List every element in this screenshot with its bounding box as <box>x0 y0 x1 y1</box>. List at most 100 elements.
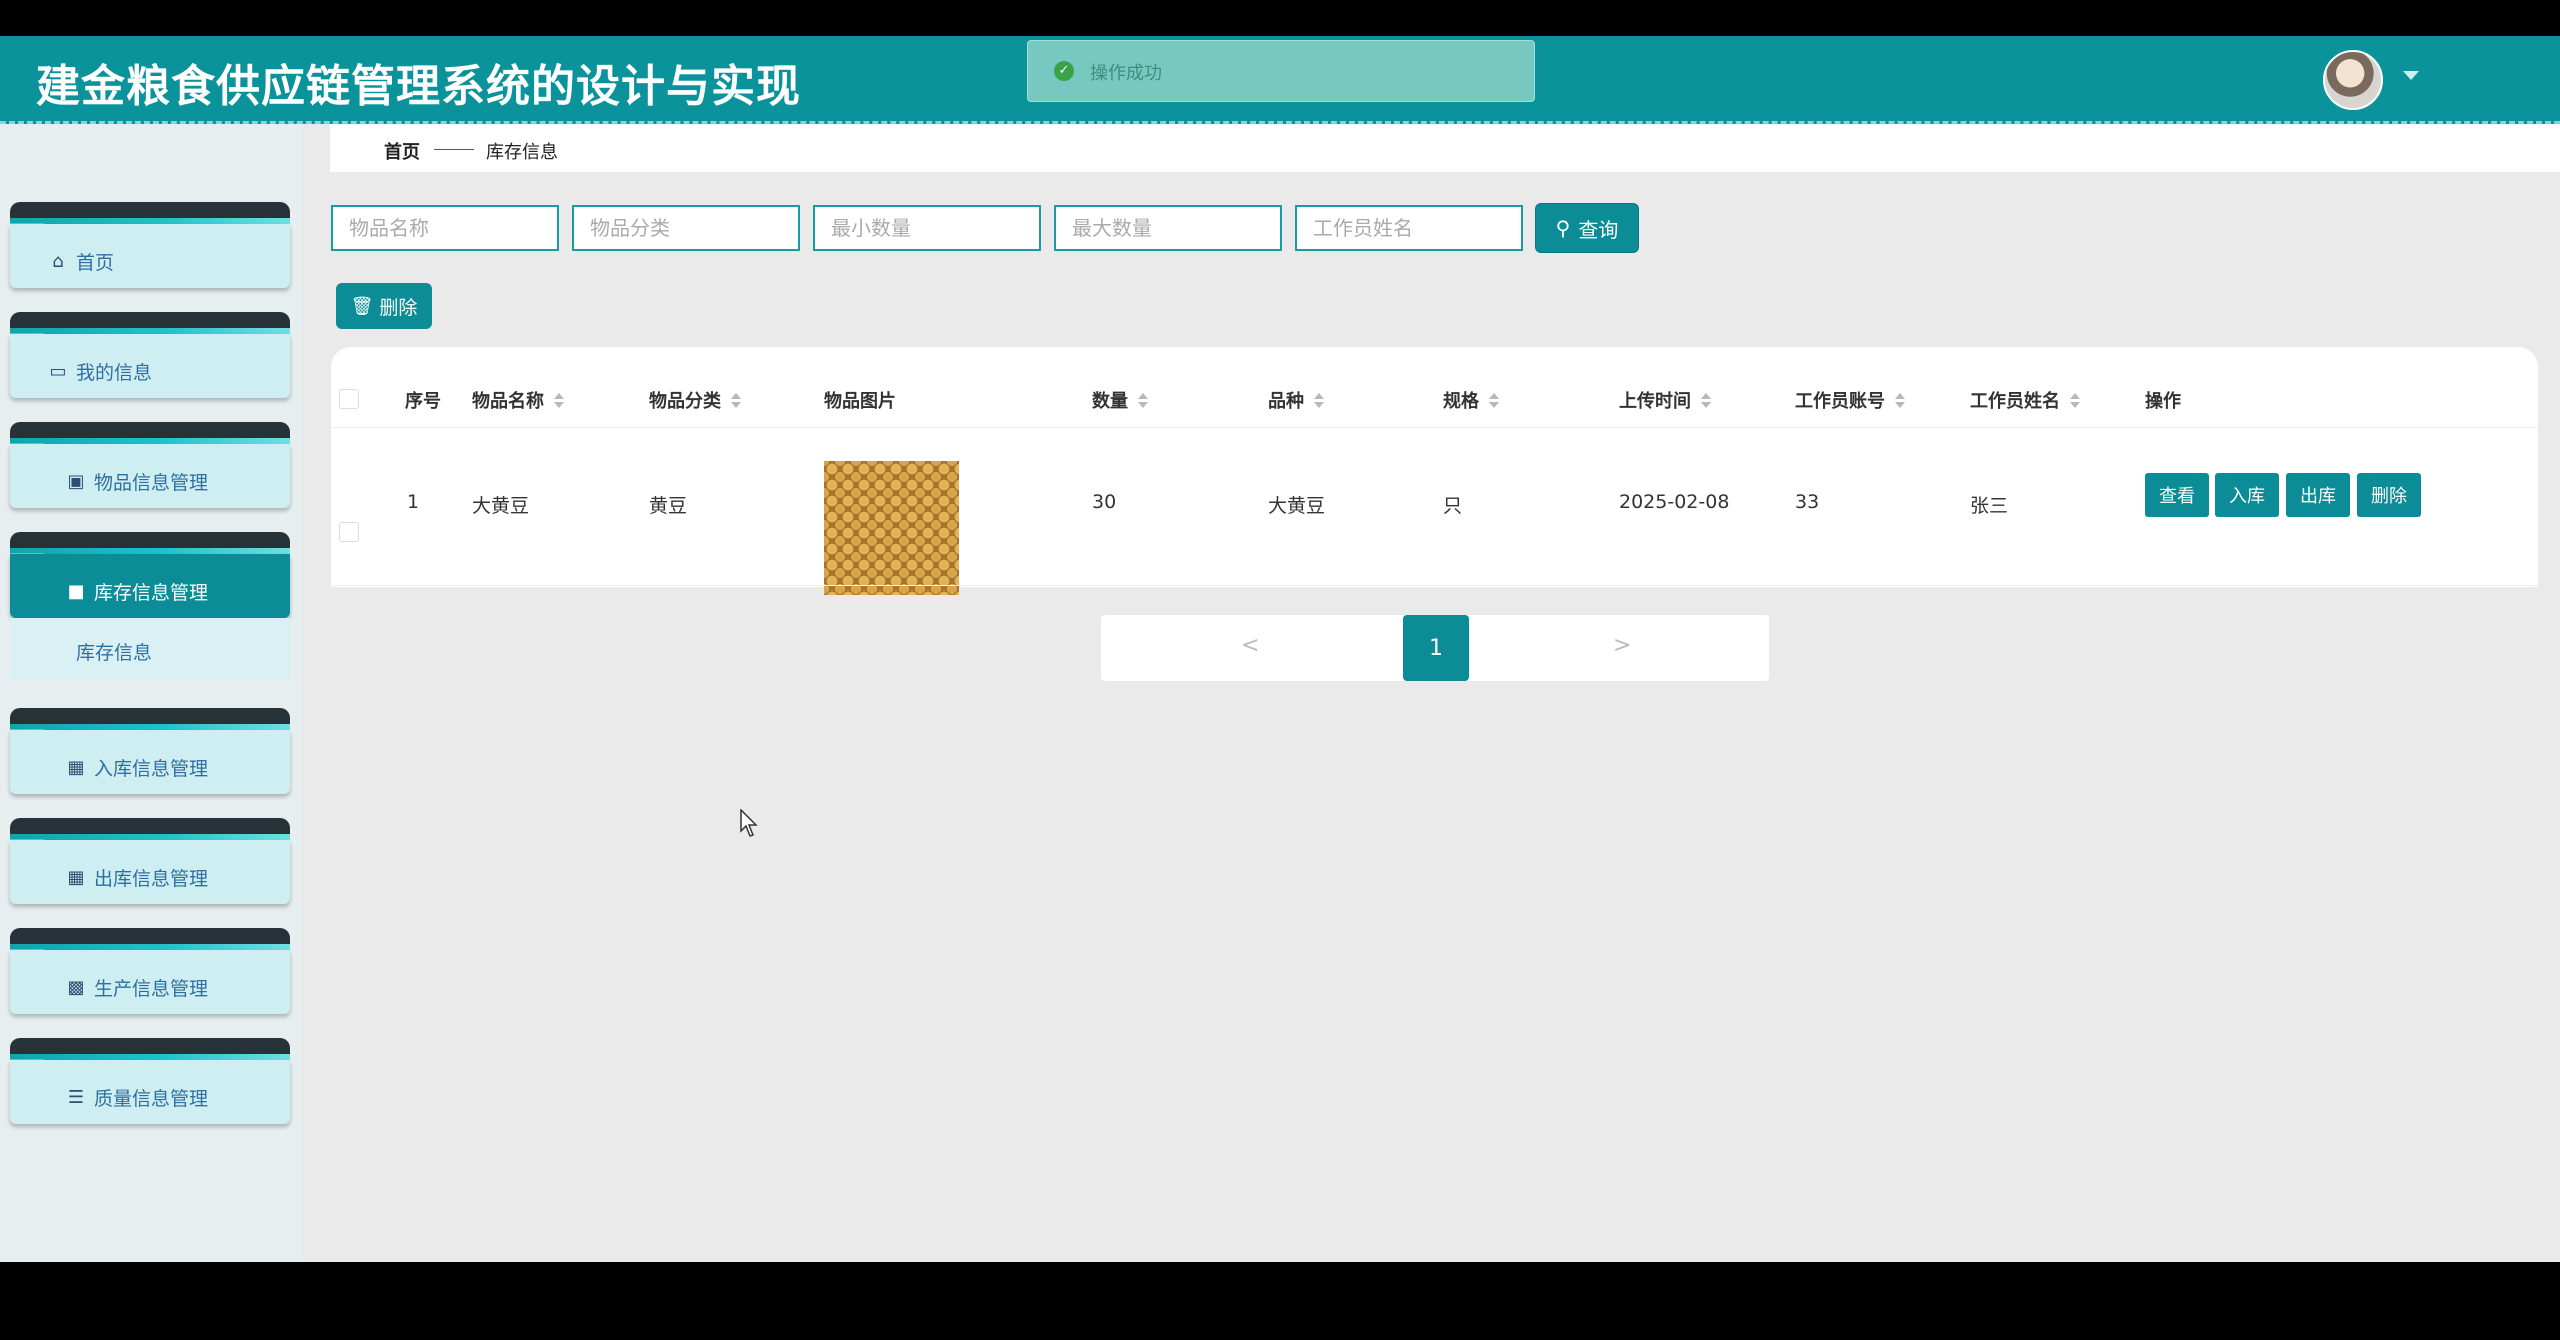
column-header-worker-account[interactable]: 工作员账号 <box>1795 387 1905 413</box>
sidebar-item-label: 物品信息管理 <box>94 472 209 494</box>
column-header-name[interactable]: 物品名称 <box>472 387 564 413</box>
toast-message: 操作成功 <box>1090 63 1162 84</box>
sidebar-item-goods-info[interactable]: ▣ 物品信息管理 <box>10 422 290 510</box>
grid-9-icon: ▩ <box>67 976 85 998</box>
cell-index: 1 <box>407 491 420 513</box>
cell-spec: 只 <box>1443 495 1463 517</box>
page-1-button[interactable]: 1 <box>1403 615 1469 681</box>
item-image-soybeans[interactable] <box>824 461 959 595</box>
sort-icon[interactable] <box>554 392 564 408</box>
sort-icon[interactable] <box>1701 392 1711 408</box>
sidebar-item-stock-out[interactable]: ▦ 出库信息管理 <box>10 818 290 906</box>
caret-down-icon[interactable] <box>2403 71 2419 80</box>
batch-delete-button[interactable]: 🗑 删除 <box>336 283 432 329</box>
grid-icon: ▦ <box>67 866 85 888</box>
column-header-worker-name[interactable]: 工作员姓名 <box>1970 387 2080 413</box>
header-label: 物品分类 <box>649 391 721 412</box>
sidebar: ⌂ 首页 ▭ 我的信息 ▣ 物品信息管理 ■ 库存信息管理 库存信息 ▦ 入库信… <box>0 124 302 1262</box>
check-circle-icon: ✓ <box>1054 61 1074 81</box>
prev-page-button[interactable]: < <box>1241 633 1259 658</box>
cell-worker-account: 33 <box>1795 491 1820 513</box>
sort-icon[interactable] <box>1895 392 1905 408</box>
min-quantity-input[interactable] <box>813 205 1041 251</box>
header-label: 序号 <box>405 391 441 412</box>
inventory-table: 序号 物品名称 物品分类 物品图片 数量 品种 规格 上传时间 工作员账号 工作… <box>331 347 2538 595</box>
row-divider <box>331 585 2538 586</box>
next-page-button[interactable]: > <box>1613 633 1631 658</box>
sidebar-item-stock-in[interactable]: ▦ 入库信息管理 <box>10 708 290 796</box>
breadcrumb-home[interactable]: 首页 <box>384 138 420 164</box>
column-header-upload-time[interactable]: 上传时间 <box>1619 387 1711 413</box>
row-checkbox[interactable] <box>339 522 359 542</box>
mouse-cursor-icon <box>740 808 760 843</box>
sidebar-item-label: 我的信息 <box>76 362 153 384</box>
sidebar-item-quality[interactable]: ☰ 质量信息管理 <box>10 1038 290 1126</box>
sidebar-item-my-info[interactable]: ▭ 我的信息 <box>10 312 290 400</box>
column-header-image: 物品图片 <box>824 387 896 413</box>
header-divider <box>331 427 2538 428</box>
sidebar-item-label: 质量信息管理 <box>94 1088 209 1110</box>
search-icon: ⚲ <box>1555 216 1571 240</box>
clipboard-check-icon: ▣ <box>67 470 85 492</box>
sidebar-subitem-label: 库存信息 <box>76 642 153 664</box>
breadcrumb-separator <box>434 149 474 150</box>
select-all-checkbox[interactable] <box>339 389 359 409</box>
column-header-index: 序号 <box>405 387 441 413</box>
card-icon: ▭ <box>49 360 67 382</box>
cell-worker-name: 张三 <box>1970 495 2009 517</box>
sidebar-item-inventory[interactable]: ■ 库存信息管理 <box>10 532 290 620</box>
sidebar-item-label: 库存信息管理 <box>94 582 209 604</box>
row-delete-button[interactable]: 删除 <box>2357 473 2421 517</box>
cell-upload-time: 2025-02-08 <box>1619 491 1730 513</box>
column-header-quantity[interactable]: 数量 <box>1092 387 1148 413</box>
stock-in-button[interactable]: 入库 <box>2215 473 2279 517</box>
stock-out-button[interactable]: 出库 <box>2286 473 2350 517</box>
cell-name: 大黄豆 <box>472 495 530 517</box>
sort-icon[interactable] <box>1489 392 1499 408</box>
header-label: 工作员姓名 <box>1970 391 2060 412</box>
item-name-input[interactable] <box>331 205 559 251</box>
sort-icon[interactable] <box>1138 392 1148 408</box>
grid-icon: ▦ <box>67 756 85 778</box>
max-quantity-input[interactable] <box>1054 205 1282 251</box>
breadcrumb: 首页 库存信息 <box>330 124 2560 172</box>
sidebar-item-production[interactable]: ▩ 生产信息管理 <box>10 928 290 1016</box>
sliders-icon: ☰ <box>67 1086 85 1108</box>
trash-icon: 🗑 <box>350 295 374 317</box>
column-header-spec[interactable]: 规格 <box>1443 387 1499 413</box>
cell-variety: 大黄豆 <box>1268 495 1326 517</box>
sidebar-item-label: 出库信息管理 <box>94 868 209 890</box>
sort-icon[interactable] <box>1314 392 1324 408</box>
success-toast: ✓ 操作成功 <box>1027 40 1535 102</box>
sidebar-subitem-inventory-info[interactable]: 库存信息 <box>10 618 290 680</box>
app-window: 建金粮食供应链管理系统的设计与实现 ✓ 操作成功 ⌂ 首页 ▭ 我的信息 ▣ 物… <box>0 36 2560 1262</box>
sort-icon[interactable] <box>2070 392 2080 408</box>
cell-category: 黄豆 <box>649 495 688 517</box>
delete-button-label: 删除 <box>379 296 418 319</box>
sidebar-item-label: 首页 <box>76 252 115 274</box>
column-header-actions: 操作 <box>2145 387 2181 413</box>
avatar[interactable] <box>2323 50 2383 110</box>
column-header-category[interactable]: 物品分类 <box>649 387 741 413</box>
header-label: 工作员账号 <box>1795 391 1885 412</box>
category-input[interactable] <box>572 205 800 251</box>
header-label: 规格 <box>1443 391 1479 412</box>
query-button-label: 查询 <box>1578 217 1619 242</box>
query-button[interactable]: ⚲ 查询 <box>1535 203 1639 253</box>
pagination: < 1 > <box>1101 615 1769 681</box>
cell-quantity: 30 <box>1092 491 1117 513</box>
sidebar-item-label: 入库信息管理 <box>94 758 209 780</box>
home-icon: ⌂ <box>52 250 64 272</box>
header-label: 品种 <box>1268 391 1304 412</box>
view-button[interactable]: 查看 <box>2145 473 2209 517</box>
breadcrumb-current: 库存信息 <box>486 142 558 163</box>
header-label: 上传时间 <box>1619 391 1691 412</box>
column-header-variety[interactable]: 品种 <box>1268 387 1324 413</box>
header-label: 物品名称 <box>472 391 544 412</box>
header-label: 物品图片 <box>824 391 896 412</box>
sort-icon[interactable] <box>731 392 741 408</box>
worker-name-input[interactable] <box>1295 205 1523 251</box>
sidebar-item-home[interactable]: ⌂ 首页 <box>10 202 290 290</box>
briefcase-icon: ■ <box>67 580 85 602</box>
system-title: 建金粮食供应链管理系统的设计与实现 <box>36 61 801 112</box>
